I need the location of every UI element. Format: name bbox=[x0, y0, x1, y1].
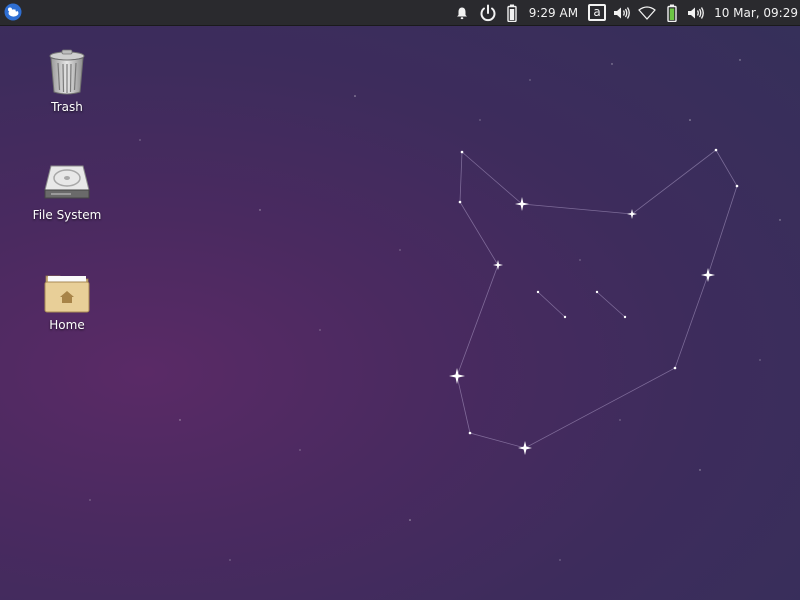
network-indicator[interactable] bbox=[634, 0, 660, 25]
home-folder-icon bbox=[44, 275, 90, 313]
keyboard-layout-label: a bbox=[593, 5, 601, 19]
applications-menu-button[interactable] bbox=[3, 2, 23, 22]
battery-indicator[interactable] bbox=[501, 0, 523, 25]
xfce-mouse-logo-icon bbox=[4, 3, 22, 21]
bell-icon bbox=[456, 7, 467, 19]
wallpaper-constellation bbox=[89, 59, 781, 561]
trash-icon bbox=[49, 49, 85, 95]
top-panel: 9:29 AM a 10 Mar, 09:29 bbox=[0, 0, 800, 26]
speaker-icon bbox=[614, 6, 630, 19]
hard-drive-icon bbox=[44, 165, 90, 199]
battery-charging-icon bbox=[667, 4, 677, 22]
desktop-icon-home[interactable]: Home bbox=[27, 270, 107, 332]
volume-indicator[interactable] bbox=[610, 0, 634, 25]
notifications-button[interactable] bbox=[449, 0, 475, 25]
desktop-icon-file-system[interactable]: File System bbox=[27, 160, 107, 222]
power-manager-indicator[interactable] bbox=[660, 0, 684, 25]
desktop-icon-label: Home bbox=[49, 318, 85, 332]
clock-time: 9:29 AM bbox=[528, 5, 579, 20]
desktop-icon-label: File System bbox=[32, 208, 102, 222]
wifi-icon bbox=[638, 5, 656, 20]
volume-indicator-2[interactable] bbox=[684, 0, 708, 25]
power-button[interactable] bbox=[475, 0, 501, 25]
speaker-icon bbox=[688, 6, 704, 19]
power-icon bbox=[480, 4, 496, 21]
date-time[interactable]: 10 Mar, 09:29 bbox=[708, 0, 800, 25]
clock[interactable]: 9:29 AM bbox=[529, 0, 578, 25]
keyboard-layout-indicator[interactable]: a bbox=[588, 4, 607, 21]
desktop-icon-trash[interactable]: Trash bbox=[27, 48, 107, 114]
system-tray: 9:29 AM a 10 Mar, 09:29 bbox=[449, 0, 800, 25]
date-time-label: 10 Mar, 09:29 bbox=[714, 5, 798, 20]
battery-icon bbox=[507, 4, 517, 22]
desktop-icon-label: Trash bbox=[51, 100, 83, 114]
